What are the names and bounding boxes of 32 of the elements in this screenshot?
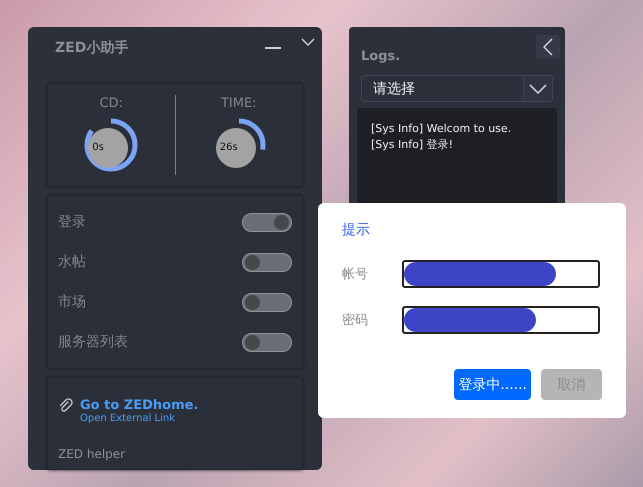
log-select[interactable]: 请选择 [361, 75, 553, 102]
toggle-switch[interactable] [242, 252, 292, 272]
chevron-down-icon[interactable] [301, 38, 315, 46]
timer-label: TIME: [220, 96, 257, 110]
log-line: [Sys Info] 登录! [371, 137, 454, 153]
footer-text: ZED helper [58, 447, 126, 461]
minimize-icon[interactable] [265, 46, 281, 50]
toggle-switch[interactable] [242, 332, 292, 352]
timer-label: CD: [100, 96, 123, 110]
input-field[interactable] [402, 306, 600, 334]
dialog-title: 提示 [342, 221, 370, 239]
caret-icon [529, 84, 547, 94]
toggle-switch[interactable] [242, 292, 292, 312]
login-button[interactable]: 登录中...... [454, 369, 531, 400]
switch-label: 服务器列表 [58, 333, 128, 351]
toggle-switch[interactable] [242, 212, 292, 232]
switch-label: 水帖 [58, 253, 86, 271]
home-link[interactable]: Go to ZEDhome. [80, 398, 198, 413]
paperclip-icon [58, 398, 74, 414]
switch-label: 市场 [58, 293, 86, 311]
timer-reading: 0s [92, 142, 104, 152]
chevron-left-icon [543, 38, 553, 56]
switch-label: 登录 [58, 213, 86, 231]
external-link[interactable]: Open External Link [80, 413, 198, 424]
timer-reading: 26s [220, 142, 238, 152]
field-label: 帐号 [342, 266, 369, 283]
window-title: ZED小助手 [55, 39, 128, 57]
window-title: Logs. [361, 48, 400, 64]
input-field[interactable] [402, 260, 600, 288]
log-line: [Sys Info] Welcom to use. [371, 121, 512, 137]
field-label: 密码 [342, 312, 369, 329]
back-button[interactable] [536, 35, 560, 59]
